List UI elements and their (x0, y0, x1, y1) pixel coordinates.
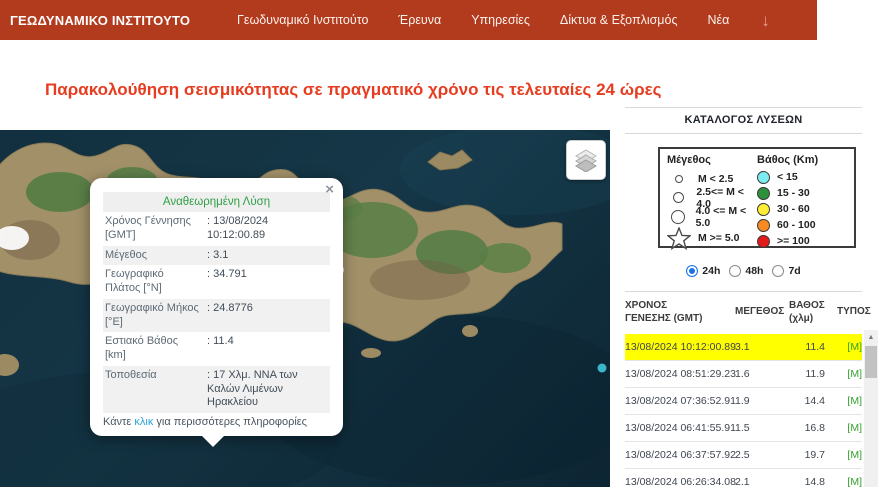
nav-item-research[interactable]: Έρευνα (398, 13, 441, 27)
sidebar: ΚΑΤΑΛΟΓΟΣ ΛΥΣΕΩΝ Μέγεθος M < 2.5 2.5<= M… (618, 0, 880, 487)
table-row[interactable]: 13/08/2024 10:12:00.89 3.1 11.4 [M] (625, 334, 862, 361)
radio-24h[interactable]: 24h (686, 265, 720, 277)
table-row[interactable]: 13/08/2024 06:41:55.91 1.5 16.8 [M] (625, 415, 862, 442)
popup-row-origin-time: Χρόνος Γέννησης [GMT] : 13/08/2024 10:12… (103, 212, 330, 246)
brand-logo[interactable]: ΓΕΩΔΥΝΑΜΙΚΟ ΙΝΣΤΙΤΟΥΤΟ (10, 0, 190, 40)
legend-magnitude-title: Μέγεθος (667, 154, 757, 166)
table-row[interactable]: 13/08/2024 08:51:29.23 1.6 11.9 [M] (625, 361, 862, 388)
earthquake-popup: × Αναθεωρημένη Λύση Χρόνος Γέννησης [GMT… (90, 178, 343, 436)
medium-circle-icon (667, 192, 689, 203)
popup-pointer (201, 435, 225, 447)
earthquake-marker[interactable] (598, 364, 607, 373)
divider (625, 107, 862, 108)
page-title: Παρακολούθηση σεισμικότητας σε πραγματικ… (45, 80, 662, 100)
nav-item-institute[interactable]: Γεωδυναμικό Ινστιτούτο (237, 13, 368, 27)
layers-icon (574, 148, 598, 172)
small-circle-icon (667, 175, 691, 183)
more-info-link[interactable]: κλικ (134, 416, 153, 428)
legend-magnitude-column: Μέγεθος M < 2.5 2.5<= M < 4.0 4.0 <= M <… (667, 154, 757, 241)
popup-row-magnitude: Μέγεθος : 3.1 (103, 246, 330, 266)
radio-icon (686, 265, 698, 277)
radio-icon (729, 265, 741, 277)
time-filter-group: 24h 48h 7d (625, 265, 862, 277)
events-table: ΧΡΟΝΟΣ ΓΕΝΕΣΗΣ (GMT) ΜΕΓΕΘΟΣ ΒΑΘΟΣ (χλμ)… (625, 291, 862, 487)
nav-item-services[interactable]: Υπηρεσίες (471, 13, 530, 27)
radio-icon (772, 265, 784, 277)
popup-row-depth: Εστιακό Βάθος [km] : 11.4 (103, 332, 330, 366)
popup-row-latitude: Γεωγραφικό Πλάτος [°N] : 34.791 (103, 265, 330, 299)
radio-7d[interactable]: 7d (772, 265, 800, 277)
table-row[interactable]: 13/08/2024 07:36:52.91 1.9 14.4 [M] (625, 388, 862, 415)
legend-item: < 15 (757, 169, 847, 185)
map-layers-button[interactable] (566, 140, 606, 180)
scroll-up-arrow-icon[interactable]: ▲ (864, 330, 878, 344)
legend-item: 30 - 60 (757, 201, 847, 217)
depth-color-dot (757, 235, 770, 248)
seismicity-map[interactable]: × Αναθεωρημένη Λύση Χρόνος Γέννησης [GMT… (0, 130, 610, 487)
legend-box: Μέγεθος M < 2.5 2.5<= M < 4.0 4.0 <= M <… (658, 147, 856, 248)
legend-depth-column: Βάθος (Km) < 15 15 - 30 30 - 60 60 - 100 (757, 154, 847, 241)
legend-depth-title: Βάθος (Km) (757, 154, 847, 166)
depth-color-dot (757, 219, 770, 232)
popup-footer: Κάντε κλικ για περισσότερες πληροφορίες (103, 416, 330, 428)
popup-row-longitude: Γεωγραφικό Μήκος [°E] : 24.8776 (103, 299, 330, 333)
legend-item: 4.0 <= M < 5.0 (667, 207, 757, 226)
legend-item: M >= 5.0 (667, 226, 757, 250)
legend-item: 15 - 30 (757, 185, 847, 201)
table-row[interactable]: 13/08/2024 06:37:57.92 2.5 19.7 [M] (625, 442, 862, 469)
popup-title: Αναθεωρημένη Λύση (103, 192, 330, 212)
catalog-title: ΚΑΤΑΛΟΓΟΣ ΛΥΣΕΩΝ (625, 114, 862, 126)
page: ΓΕΩΔΥΝΑΜΙΚΟ ΙΝΣΤΙΤΟΥΤΟ Γεωδυναμικό Ινστι… (0, 0, 880, 487)
close-icon[interactable]: × (325, 182, 334, 197)
table-header: ΧΡΟΝΟΣ ΓΕΝΕΣΗΣ (GMT) ΜΕΓΕΘΟΣ ΒΑΘΟΣ (χλμ)… (625, 292, 862, 334)
depth-color-dot (757, 171, 770, 184)
radio-48h[interactable]: 48h (729, 265, 763, 277)
table-scrollbar[interactable]: ▲ (864, 330, 878, 487)
popup-row-location: Τοποθεσία : 17 Χλμ. ΝΝΑ των Καλών Λιμένω… (103, 366, 330, 413)
depth-color-dot (757, 203, 770, 216)
large-circle-icon (667, 210, 689, 224)
legend-item: 60 - 100 (757, 217, 847, 233)
scrollbar-thumb[interactable] (865, 346, 877, 378)
divider (625, 133, 862, 134)
table-row[interactable]: 13/08/2024 06:26:34.08 2.1 14.8 [M] (625, 469, 862, 487)
depth-color-dot (757, 187, 770, 200)
legend-item: >= 100 (757, 233, 847, 249)
star-icon (667, 227, 691, 250)
